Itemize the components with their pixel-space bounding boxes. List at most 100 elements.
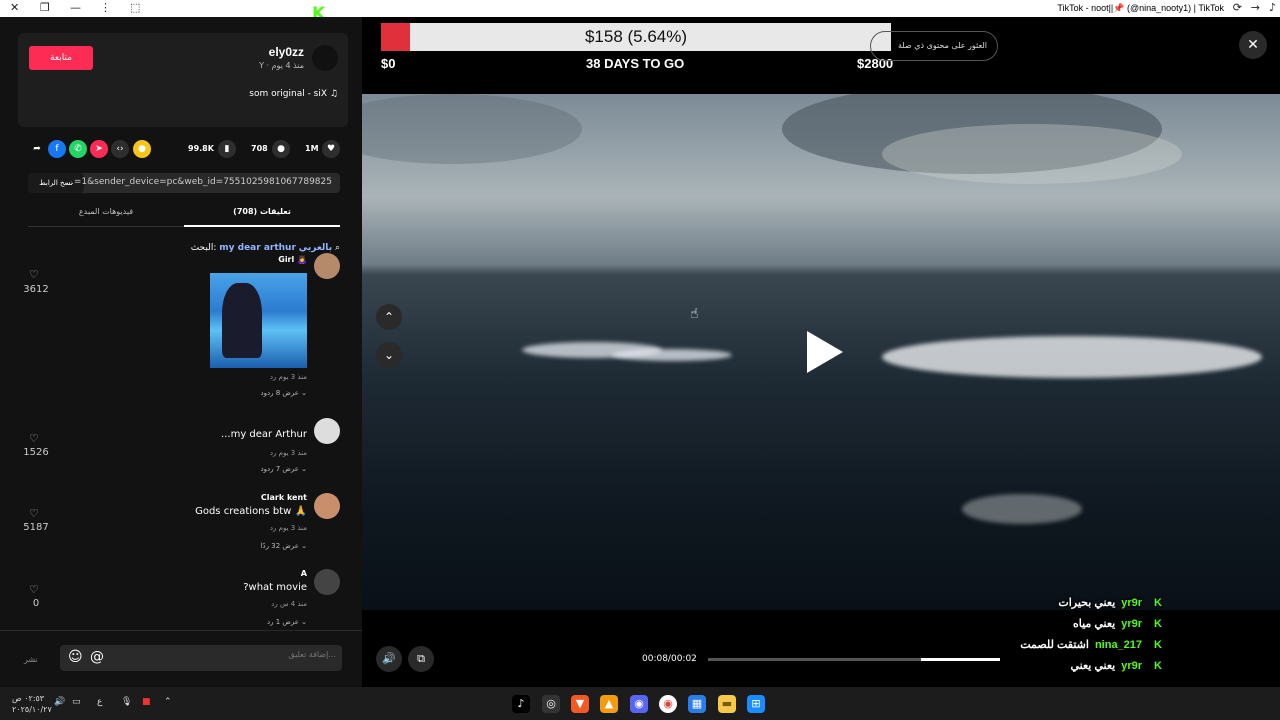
windows-start-icon[interactable]: ⊞: [747, 695, 765, 713]
picture-in-picture-icon[interactable]: ⧉: [408, 646, 434, 672]
comment-like-count: 1526: [23, 447, 49, 458]
view-replies-button[interactable]: عرض 1 رد ⌄: [267, 618, 307, 626]
play-icon[interactable]: [807, 331, 843, 373]
link-text[interactable]: ...=1&sender_device=pc&web_id=7551025981…: [65, 177, 332, 187]
network-icon[interactable]: ▭: [72, 697, 81, 707]
file-explorer-icon[interactable]: ▬: [718, 695, 736, 713]
donation-goal-bar: $158 (5.64%): [381, 23, 891, 51]
comment-meta[interactable]: منذ 3 يوم رد: [270, 373, 307, 381]
speaker-icon[interactable]: 🔊: [54, 697, 65, 707]
post-info-card: متابعة ely0zz Y · منذ 4 يوم som original…: [18, 33, 348, 127]
mouse-cursor-icon: ☝: [690, 306, 699, 322]
volume-icon[interactable]: 🔊: [376, 646, 402, 672]
sound-name: som original - siX: [249, 89, 328, 99]
view-replies-button[interactable]: عرض 32 ردًا ⌄: [261, 542, 307, 550]
clock-date: ٢٠٢٥/١٠/٢٧: [12, 705, 52, 714]
saves-count: 99.8K: [188, 144, 214, 153]
post-comment-button[interactable]: نشر: [24, 655, 38, 664]
more-window-button[interactable]: ⋮: [100, 1, 111, 14]
comment-input[interactable]: [136, 650, 336, 659]
comment-meta[interactable]: منذ 4 س رد: [271, 600, 307, 608]
store-icon[interactable]: ▦: [688, 695, 706, 713]
next-video-button[interactable]: ⌄: [376, 342, 402, 368]
heart-outline-icon[interactable]: ♡: [29, 507, 39, 520]
tiktok-app-icon[interactable]: ♪: [512, 695, 530, 713]
refresh-icon[interactable]: ⟳: [1233, 1, 1242, 14]
comment-text: ...my dear Arthur: [221, 429, 307, 440]
comment-author[interactable]: Clark kent: [261, 493, 307, 502]
chat-message: يعني بحيرات yr9r K: [1058, 596, 1162, 609]
creator-avatar[interactable]: [312, 45, 338, 71]
extension-icon[interactable]: ⬚: [130, 1, 140, 14]
follow-button[interactable]: متابعة: [29, 46, 93, 70]
window-title-bar: ✕ ❐ — ⋮ ⬚ TikTok - noot||📌 (@nina_nooty1…: [0, 0, 1280, 17]
comment-like-count: 5187: [23, 522, 49, 533]
facebook-icon[interactable]: f: [48, 140, 66, 158]
video-player[interactable]: [362, 94, 1280, 610]
close-window-button[interactable]: ✕: [10, 1, 19, 14]
heart-outline-icon[interactable]: ♡: [29, 432, 39, 445]
microphone-icon[interactable]: 🎙: [121, 697, 132, 707]
chat-text: اشتقت للصمت: [1020, 639, 1089, 651]
comment-image[interactable]: [210, 273, 307, 368]
kick-icon: K: [1154, 639, 1162, 651]
goal-start: $0: [381, 56, 396, 71]
action-row: ➦ f ✆ ➤ ‹› ● 99.8K ▮ 708 ● 1M ♥: [28, 140, 340, 160]
restore-window-button[interactable]: ❐: [40, 1, 50, 14]
comment-avatar[interactable]: [314, 253, 340, 279]
embed-icon[interactable]: ‹›: [111, 140, 129, 158]
comments-count: 708: [251, 144, 268, 153]
kick-icon: K: [1154, 597, 1162, 609]
language-indicator[interactable]: ع: [97, 697, 102, 707]
tray-expand-icon[interactable]: ⌃: [164, 697, 172, 707]
comment-avatar[interactable]: [314, 493, 340, 519]
chat-message: يعني يعني yr9r K: [1070, 659, 1162, 672]
previous-video-button[interactable]: ⌃: [376, 304, 402, 330]
sound-link[interactable]: som original - siX ♫: [249, 89, 338, 99]
tray-app-icon[interactable]: ■: [142, 697, 151, 707]
tab-comments[interactable]: (708) تعليقات: [184, 207, 340, 227]
coin-icon[interactable]: ●: [133, 140, 151, 158]
music-note-icon: ♫: [329, 89, 338, 99]
share-icon[interactable]: ➦: [28, 140, 46, 158]
comment-meta[interactable]: منذ 3 يوم رد: [270, 449, 307, 457]
heart-outline-icon[interactable]: ♡: [29, 583, 39, 596]
seek-bar[interactable]: [708, 658, 1000, 661]
comment-text: ?what movie: [243, 582, 307, 593]
mention-icon[interactable]: @: [90, 649, 104, 665]
likes-count: 1M: [305, 144, 319, 153]
bookmark-icon[interactable]: ▮: [218, 140, 236, 158]
vlc-icon[interactable]: ▲: [600, 695, 618, 713]
comment-avatar[interactable]: [314, 569, 340, 595]
chrome-icon[interactable]: ◉: [659, 695, 677, 713]
search-suffix: بالعربي: [298, 243, 333, 253]
app-icon[interactable]: ◎: [542, 695, 560, 713]
chat-text: يعني يعني: [1070, 660, 1116, 672]
heart-icon[interactable]: ♥: [322, 140, 340, 158]
comment-author[interactable]: Girl 🙇‍♀️: [278, 255, 307, 264]
forward-arrow-icon[interactable]: →: [1251, 1, 1260, 14]
post-date: Y · منذ 4 يوم: [259, 61, 304, 70]
emoji-icon[interactable]: ☺: [68, 649, 83, 665]
search-suggestion[interactable]: البحث: my dear arthur بالعربي ⌕: [191, 243, 340, 253]
comment-author[interactable]: A: [301, 569, 307, 578]
view-replies-button[interactable]: عرض 8 ردود ⌄: [260, 389, 307, 397]
related-content-search[interactable]: العثور على محتوى ذي صلة: [870, 31, 998, 61]
minimize-window-button[interactable]: —: [70, 1, 81, 14]
comment-meta[interactable]: منذ 3 يوم رد: [270, 524, 307, 532]
send-icon[interactable]: ➤: [90, 140, 108, 158]
comment-avatar[interactable]: [314, 418, 340, 444]
whatsapp-icon[interactable]: ✆: [69, 140, 87, 158]
tiktok-icon: ♪: [1268, 1, 1276, 14]
heart-outline-icon[interactable]: ♡: [29, 268, 39, 281]
seek-bar-fill: [921, 658, 1000, 661]
brave-icon[interactable]: ▼: [571, 695, 589, 713]
comment-icon[interactable]: ●: [272, 140, 290, 158]
close-icon[interactable]: ✕: [1239, 31, 1267, 59]
view-replies-button[interactable]: عرض 7 ردود ⌄: [260, 465, 307, 473]
tab-creator-videos[interactable]: فيديوهات المبدع: [28, 207, 184, 227]
link-box: نسخ الرابط ...=1&sender_device=pc&web_id…: [28, 173, 340, 193]
discord-icon[interactable]: ◉: [630, 695, 648, 713]
system-clock[interactable]: ٠٢:٥٣ ص ٢٠٢٥/١٠/٢٧: [12, 693, 52, 715]
creator-username[interactable]: ely0zz: [269, 45, 304, 59]
